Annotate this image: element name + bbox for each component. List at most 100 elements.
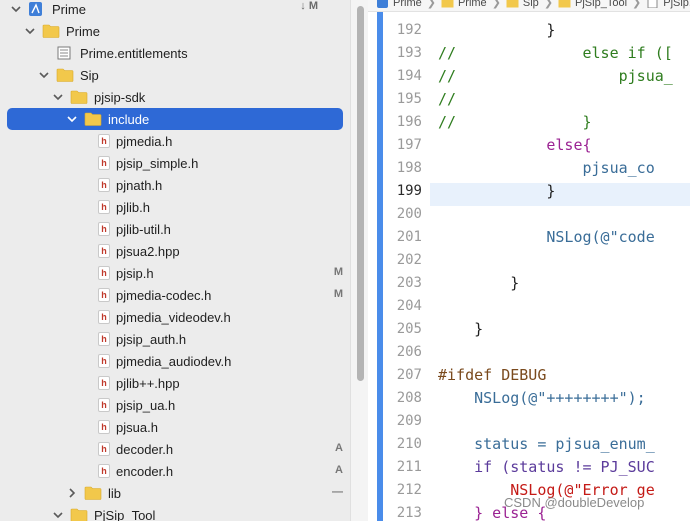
navigator-item-label: pjlib.h bbox=[116, 199, 150, 215]
line-number: 195 bbox=[396, 91, 422, 107]
code-line-comment[interactable]: // } bbox=[438, 113, 592, 131]
header-file-icon: h bbox=[98, 376, 110, 390]
line-number: 206 bbox=[396, 344, 422, 360]
jump-bar[interactable]: Prime ❯ Prime ❯ Sip ❯ PjSip_Tool ❯ PjSip… bbox=[368, 0, 690, 12]
navigator-row-header-file[interactable]: h encoder.h A bbox=[0, 460, 346, 482]
chevron-down-icon[interactable] bbox=[38, 69, 50, 81]
chevron-right-icon: ❯ bbox=[632, 0, 642, 9]
chevron-down-icon[interactable] bbox=[52, 91, 64, 103]
chevron-down-icon[interactable] bbox=[10, 3, 22, 15]
navigator-row-entitlements[interactable]: Prime.entitlements bbox=[0, 42, 346, 64]
header-file-icon: h bbox=[98, 156, 110, 170]
code-line[interactable]: } bbox=[438, 320, 483, 338]
chevron-right-icon: ❯ bbox=[543, 0, 554, 9]
navigator-row-sip-folder[interactable]: Sip bbox=[0, 64, 346, 86]
navigator-row-header-file[interactable]: h pjsua2.hpp bbox=[0, 240, 346, 262]
navigator-scrollbar-thumb[interactable] bbox=[357, 6, 364, 381]
project-navigator[interactable]: Prime ↓ M Prime Prime.entitlements Sip p… bbox=[0, 0, 368, 521]
jumpbar-crumb-folder[interactable]: Prime ❯ bbox=[441, 0, 501, 9]
chevron-down-icon[interactable] bbox=[66, 113, 78, 125]
code-line-call[interactable]: status = pjsua_enum_ bbox=[438, 435, 655, 453]
line-number: 202 bbox=[396, 252, 422, 268]
navigator-row-header-file[interactable]: h pjsip.h M bbox=[0, 262, 346, 284]
code-line-keyword[interactable]: else{ bbox=[438, 136, 591, 154]
watermark-text: CSDN @doubleDevelop bbox=[504, 495, 645, 510]
navigator-row-header-file[interactable]: h pjlib++.hpp bbox=[0, 372, 346, 394]
xcode-project-icon bbox=[28, 2, 46, 16]
navigator-row-header-file[interactable]: h pjsip_auth.h bbox=[0, 328, 346, 350]
header-file-icon: h bbox=[98, 464, 110, 478]
code-line-current[interactable]: } bbox=[438, 182, 555, 200]
navigator-item-label: pjnath.h bbox=[116, 177, 163, 193]
navigator-item-label: Prime bbox=[66, 23, 100, 39]
code-line-comment[interactable]: // bbox=[438, 90, 456, 108]
navigator-row-header-file[interactable]: h pjsip_simple.h bbox=[0, 152, 346, 174]
jumpbar-crumb-label: Prime bbox=[457, 0, 487, 9]
code-line-call[interactable]: NSLog(@"++++++++"); bbox=[438, 389, 646, 407]
navigator-row-lib-folder[interactable]: lib — bbox=[0, 482, 346, 504]
header-file-icon: h bbox=[98, 266, 110, 280]
chevron-down-icon[interactable] bbox=[52, 509, 64, 521]
code-line-keyword[interactable]: if (status != PJ_SUC bbox=[438, 458, 655, 476]
navigator-row-pjsip-tool-folder[interactable]: PjSip_Tool bbox=[0, 504, 346, 521]
code-line-comment[interactable]: // else if ([ bbox=[438, 44, 673, 62]
jumpbar-crumb-folder[interactable]: Sip ❯ bbox=[506, 0, 553, 9]
navigator-row-header-file[interactable]: h pjnath.h bbox=[0, 174, 346, 196]
xcode-project-icon bbox=[377, 0, 388, 8]
code-line-preprocessor[interactable]: #ifdef DEBUG bbox=[438, 366, 546, 384]
navigator-row-header-file[interactable]: h pjlib.h bbox=[0, 196, 346, 218]
navigator-row-include-folder[interactable]: include bbox=[7, 108, 343, 130]
navigator-item-label: pjsua2.hpp bbox=[116, 243, 180, 259]
line-number: 209 bbox=[396, 413, 422, 429]
navigator-item-label: include bbox=[108, 111, 150, 127]
code-line-call[interactable]: NSLog(@"code bbox=[438, 228, 654, 246]
navigator-item-label: pjmedia_audiodev.h bbox=[116, 353, 232, 369]
line-number: 201 bbox=[396, 229, 422, 245]
line-number-gutter[interactable]: 192 193 194 195 196 197 198 199 200 201 … bbox=[383, 12, 430, 521]
code-line[interactable]: } bbox=[438, 21, 555, 39]
code-line[interactable]: } bbox=[438, 274, 519, 292]
navigator-row-pjsip-sdk-folder[interactable]: pjsip-sdk bbox=[0, 86, 346, 108]
header-file-icon: h bbox=[98, 398, 110, 412]
folder-icon bbox=[70, 90, 88, 104]
navigator-item-label: decoder.h bbox=[116, 441, 174, 457]
navigator-scrollbar[interactable] bbox=[350, 0, 368, 521]
navigator-row-root-project[interactable]: Prime ↓ M bbox=[0, 0, 346, 20]
jumpbar-crumb-folder[interactable]: PjSip_Tool ❯ bbox=[558, 0, 641, 9]
navigator-row-header-file[interactable]: h pjsua.h bbox=[0, 416, 346, 438]
navigator-item-label: encoder.h bbox=[116, 463, 174, 479]
navigator-row-header-file[interactable]: h pjmedia_videodev.h bbox=[0, 306, 346, 328]
navigator-item-label: pjmedia.h bbox=[116, 133, 173, 149]
code-line-call[interactable]: pjsua_co bbox=[438, 159, 654, 177]
chevron-right-icon: ❯ bbox=[491, 0, 501, 9]
navigator-item-label: pjlib-util.h bbox=[116, 221, 171, 237]
chevron-down-icon[interactable] bbox=[24, 25, 36, 37]
navigator-item-label: Prime bbox=[52, 1, 86, 17]
header-file-icon: h bbox=[98, 134, 110, 148]
header-file-icon: h bbox=[98, 310, 110, 324]
navigator-row-header-file[interactable]: h pjlib-util.h bbox=[0, 218, 346, 240]
navigator-row-header-file[interactable]: h pjmedia-codec.h M bbox=[0, 284, 346, 306]
folder-icon bbox=[506, 0, 519, 8]
line-number: 194 bbox=[396, 68, 422, 84]
navigator-row-header-file[interactable]: h pjsip_ua.h bbox=[0, 394, 346, 416]
header-file-icon: h bbox=[98, 178, 110, 192]
objc-file-icon bbox=[647, 0, 658, 8]
navigator-row-header-file[interactable]: h pjmedia_audiodev.h bbox=[0, 350, 346, 372]
source-control-badge: M bbox=[333, 266, 343, 278]
navigator-item-label: pjmedia-codec.h bbox=[116, 287, 212, 303]
navigator-item-label: pjlib++.hpp bbox=[116, 375, 180, 391]
header-file-icon: h bbox=[98, 200, 110, 214]
navigator-row-prime-folder[interactable]: Prime bbox=[0, 20, 346, 42]
line-number: 196 bbox=[396, 114, 422, 130]
jumpbar-crumb-file[interactable]: PjSip.m bbox=[646, 0, 690, 9]
jumpbar-crumb-project[interactable]: Prime ❯ bbox=[376, 0, 436, 9]
code-line-comment[interactable]: // pjsua_ bbox=[438, 67, 673, 85]
line-number: 210 bbox=[396, 436, 422, 452]
jumpbar-crumb-label: PjSip_Tool bbox=[575, 0, 628, 9]
navigator-row-header-file[interactable]: h decoder.h A bbox=[0, 438, 346, 460]
line-number: 203 bbox=[396, 275, 422, 291]
chevron-right-icon[interactable] bbox=[66, 487, 78, 499]
code-editor[interactable]: Prime ❯ Prime ❯ Sip ❯ PjSip_Tool ❯ PjSip… bbox=[368, 0, 690, 521]
navigator-row-header-file[interactable]: h pjmedia.h bbox=[0, 130, 346, 152]
